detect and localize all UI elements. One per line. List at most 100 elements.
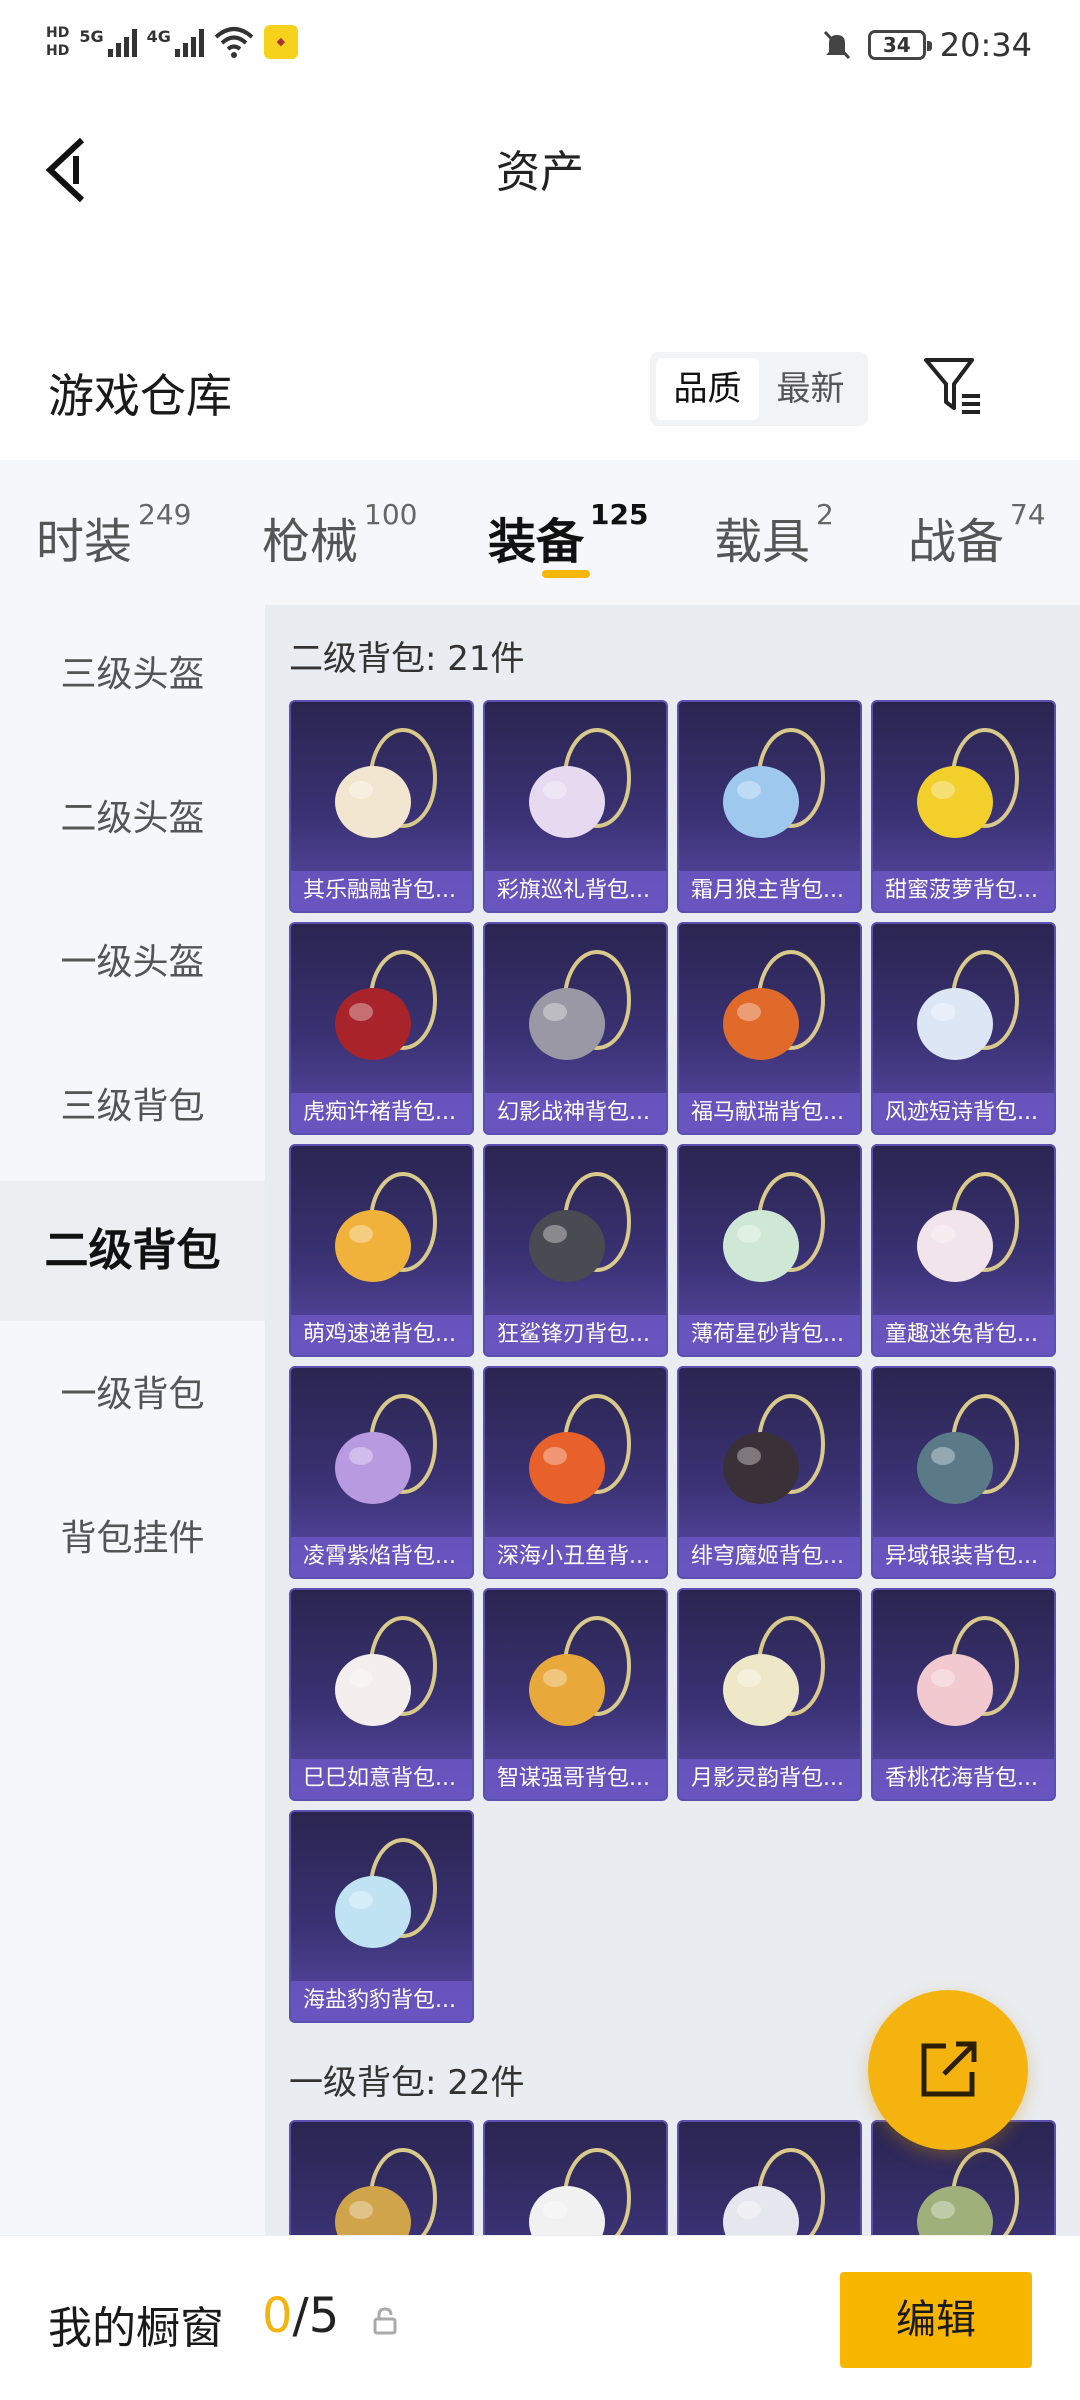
- item-card[interactable]: 虎痴许褚背包...: [289, 922, 474, 1135]
- item-card[interactable]: 甜蜜菠萝背包...: [871, 700, 1056, 913]
- item-card-label: 月影灵韵背包...: [679, 1759, 860, 1799]
- seal-backpack-icon: [335, 1838, 437, 1948]
- item-card[interactable]: 海盐豹豹背包...: [289, 1810, 474, 2023]
- sidebar-item-helmet-3[interactable]: 三级头盔: [0, 605, 265, 745]
- headphone-backpack-icon: [529, 1616, 631, 1726]
- tab-label: 载具: [714, 514, 811, 570]
- item-card-label: 霜月狼主背包...: [679, 871, 860, 911]
- status-right: 34 20:34: [820, 26, 1032, 64]
- mute-bell-icon: [823, 30, 850, 60]
- net-4g-label: 4G: [146, 27, 171, 46]
- item-card[interactable]: 异域银装背包...: [871, 1366, 1056, 1579]
- item-card[interactable]: 智谋强哥背包...: [483, 1588, 668, 1801]
- armored-backpack-icon: [529, 950, 631, 1060]
- item-card[interactable]: 深海小丑鱼背...: [483, 1366, 668, 1579]
- item-card[interactable]: 其乐融融背包...: [289, 700, 474, 913]
- tab-count: 100: [364, 498, 418, 531]
- sidebar-item-helmet-2[interactable]: 二级头盔: [0, 749, 265, 889]
- tab-fashion[interactable]: 时装 249: [36, 498, 191, 572]
- sort-quality-button[interactable]: 品质: [656, 358, 759, 420]
- item-card[interactable]: 凌霄紫焰背包...: [289, 1366, 474, 1579]
- mint-bag-backpack-icon: [723, 1172, 825, 1282]
- item-card-label: 深海小丑鱼背...: [485, 1537, 666, 1577]
- edit-button[interactable]: 编辑: [840, 2272, 1032, 2368]
- warehouse-title: 游戏仓库: [48, 369, 232, 423]
- share-button[interactable]: [868, 1990, 1028, 2150]
- tab-count: 2: [816, 498, 834, 531]
- item-card[interactable]: 童趣迷兔背包...: [871, 1144, 1056, 1357]
- pineapple-backpack-icon: [917, 728, 1019, 838]
- sidebar-item-backpack-1[interactable]: 一级背包: [0, 1325, 265, 1465]
- tab-label: 枪械: [262, 514, 359, 570]
- item-card-label: 薄荷星砂背包...: [679, 1315, 860, 1355]
- sidebar-item-backpack-charm[interactable]: 背包挂件: [0, 1469, 265, 1609]
- item-card[interactable]: [677, 2120, 862, 2235]
- sprout-backpack-icon: [917, 2148, 1019, 2235]
- item-card[interactable]: 彩旗巡礼背包...: [483, 700, 668, 913]
- hd-indicator: HD HD: [46, 24, 69, 60]
- item-card-label: 风迹短诗背包...: [873, 1093, 1054, 1133]
- subcategory-sidebar: 三级头盔 二级头盔 一级头盔 三级背包 二级背包 一级背包 背包挂件: [0, 605, 265, 2235]
- item-card[interactable]: 狂鲨锋刃背包...: [483, 1144, 668, 1357]
- item-card-label: 彩旗巡礼背包...: [485, 871, 666, 911]
- wifi-icon: [214, 27, 254, 58]
- item-card[interactable]: 风迹短诗背包...: [871, 922, 1056, 1135]
- item-card-label: 绯穹魔姬背包...: [679, 1537, 860, 1577]
- active-tab-indicator: [542, 570, 590, 578]
- page-title: 资产: [496, 147, 584, 198]
- sidebar-item-backpack-2[interactable]: 二级背包: [0, 1181, 265, 1321]
- tab-vehicles[interactable]: 载具 2: [714, 498, 834, 572]
- hd-bottom-label: HD: [46, 43, 70, 59]
- showcase-count: 0/5: [262, 2288, 339, 2344]
- tab-equipment[interactable]: 装备 125: [488, 498, 648, 572]
- tab-firearms[interactable]: 枪械 100: [262, 498, 417, 572]
- filter-icon[interactable]: [920, 354, 984, 418]
- app-notification-icon: ◆: [263, 25, 298, 59]
- item-card[interactable]: 绯穹魔姬背包...: [677, 1366, 862, 1579]
- item-card-label: 幻影战神背包...: [485, 1093, 666, 1133]
- clownfish-backpack-icon: [529, 1394, 631, 1504]
- tech-backpack-icon: [917, 1394, 1019, 1504]
- sort-newest-button[interactable]: 最新: [759, 358, 862, 420]
- item-card[interactable]: 幻影战神背包...: [483, 922, 668, 1135]
- signal-4g: 4G: [147, 27, 204, 57]
- item-card[interactable]: [289, 2120, 474, 2235]
- signal-bars-icon: [174, 27, 204, 57]
- item-card-label: 智谋强哥背包...: [485, 1759, 666, 1799]
- tab-count: 74: [1010, 498, 1046, 531]
- net-5g-label: 5G: [79, 27, 104, 46]
- violet-amulet-backpack-icon: [335, 1394, 437, 1504]
- sidebar-item-helmet-1[interactable]: 一级头盔: [0, 893, 265, 1033]
- horse-backpack-icon: [723, 950, 825, 1060]
- tab-supplies[interactable]: 战备 74: [908, 498, 1046, 572]
- item-card-label: 异域银装背包...: [873, 1537, 1054, 1577]
- shark-backpack-icon: [529, 1172, 631, 1282]
- bunny-backpack-icon: [917, 1172, 1019, 1282]
- chick-backpack-icon: [335, 1172, 437, 1282]
- item-card[interactable]: 霜月狼主背包...: [677, 700, 862, 913]
- item-card-label: 狂鲨锋刃背包...: [485, 1315, 666, 1355]
- item-card[interactable]: 薄荷星砂背包...: [677, 1144, 862, 1357]
- item-card-label: 其乐融融背包...: [291, 871, 472, 911]
- item-card[interactable]: 福马献瑞背包...: [677, 922, 862, 1135]
- tab-label: 装备: [488, 514, 585, 570]
- beast-mask-backpack-icon: [335, 950, 437, 1060]
- battery-icon: 34: [867, 30, 932, 60]
- bottom-bar: 我的橱窗 0/5 编辑: [0, 2235, 1080, 2400]
- gold-backpack-icon: [335, 2148, 437, 2235]
- item-card-label: 甜蜜菠萝背包...: [873, 871, 1054, 911]
- tab-label: 时装: [36, 514, 133, 570]
- item-card[interactable]: [483, 2120, 668, 2235]
- moon-backpack-icon: [723, 1616, 825, 1726]
- item-card-label: 凌霄紫焰背包...: [291, 1537, 472, 1577]
- item-card-label: 福马献瑞背包...: [679, 1093, 860, 1133]
- item-card[interactable]: 萌鸡速递背包...: [289, 1144, 474, 1357]
- signal-5g: 5G: [79, 27, 137, 57]
- showcase-label: 我的橱窗: [48, 2303, 224, 2354]
- item-card[interactable]: 月影灵韵背包...: [677, 1588, 862, 1801]
- item-card[interactable]: 巳巳如意背包...: [289, 1588, 474, 1801]
- sidebar-item-backpack-3[interactable]: 三级背包: [0, 1037, 265, 1177]
- item-card[interactable]: 香桃花海背包...: [871, 1588, 1056, 1801]
- app-header: 资产: [0, 100, 1080, 240]
- item-card-label: 巳巳如意背包...: [291, 1759, 472, 1799]
